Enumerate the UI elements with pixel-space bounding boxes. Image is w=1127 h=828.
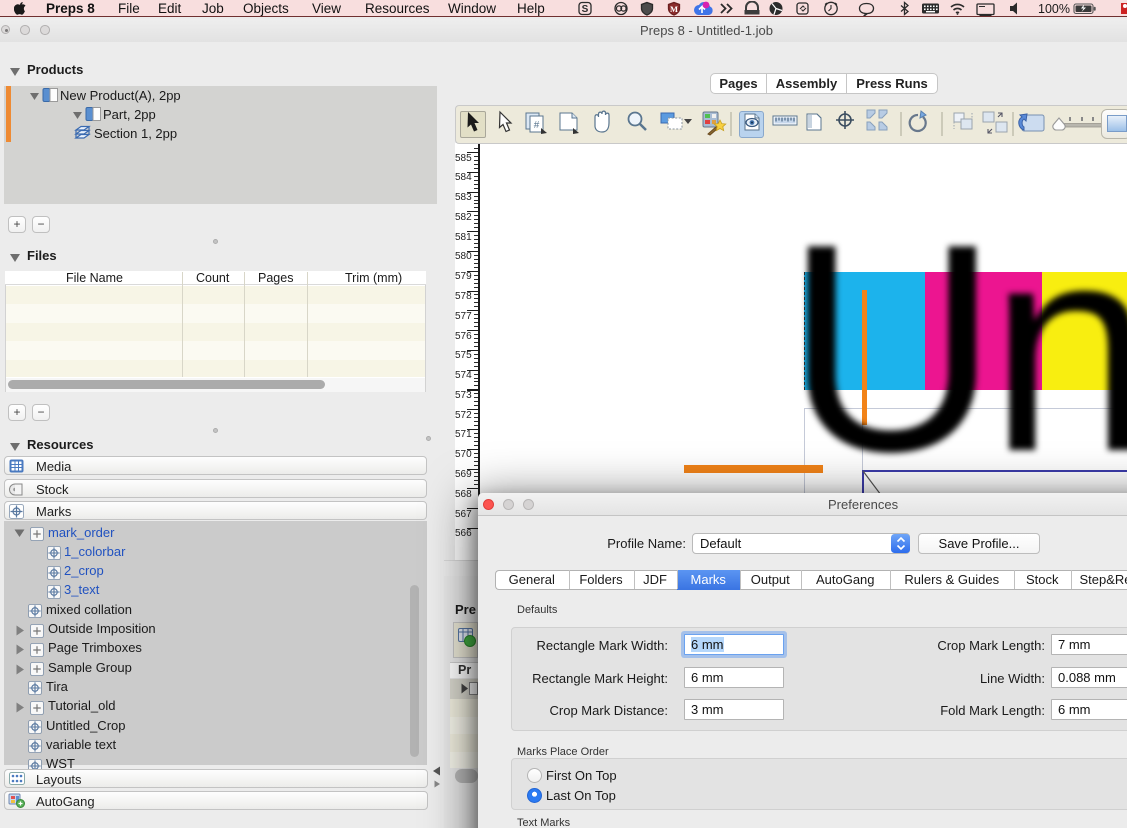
svg-text:S: S xyxy=(582,4,589,15)
svg-text:100%: 100% xyxy=(1038,2,1070,16)
svg-text:M: M xyxy=(670,4,678,14)
svg-text:#: # xyxy=(534,120,540,131)
